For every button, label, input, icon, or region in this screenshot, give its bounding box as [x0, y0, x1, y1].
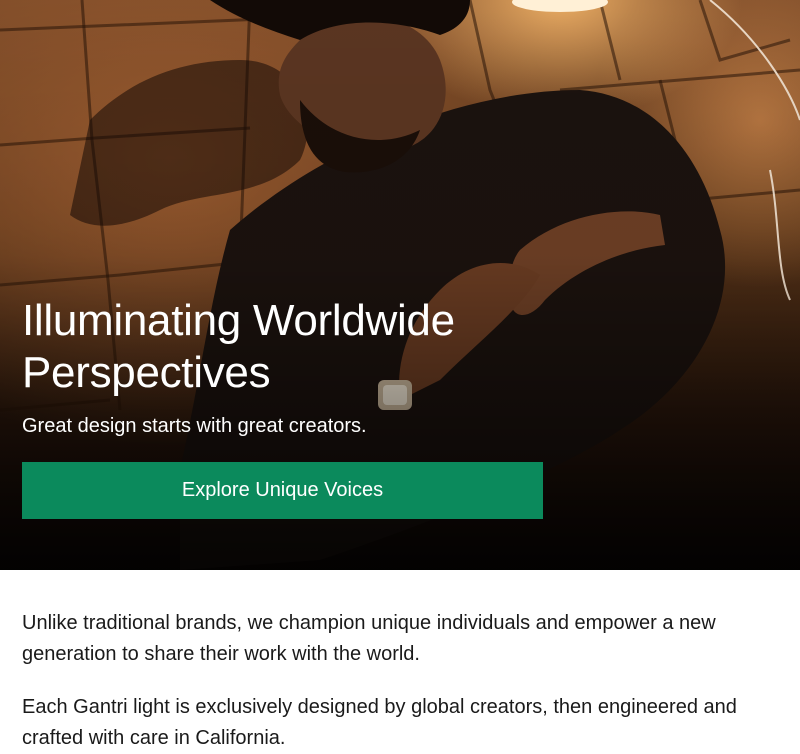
explore-unique-voices-button[interactable]: Explore Unique Voices [22, 462, 543, 519]
intro-paragraph: Unlike traditional brands, we champion u… [22, 612, 716, 665]
intro-text-section: Unlike traditional brands, we champion u… [0, 570, 800, 754]
hero-subtitle: Great design starts with great creators. [22, 415, 367, 437]
hero-banner: Illuminating Worldwide Perspectives Grea… [0, 0, 800, 570]
hero-title: Illuminating Worldwide Perspectives [22, 296, 455, 397]
hero-content: Illuminating Worldwide Perspectives Grea… [22, 295, 582, 519]
crafted-paragraph: Each Gantri light is exclusively designe… [22, 696, 737, 749]
